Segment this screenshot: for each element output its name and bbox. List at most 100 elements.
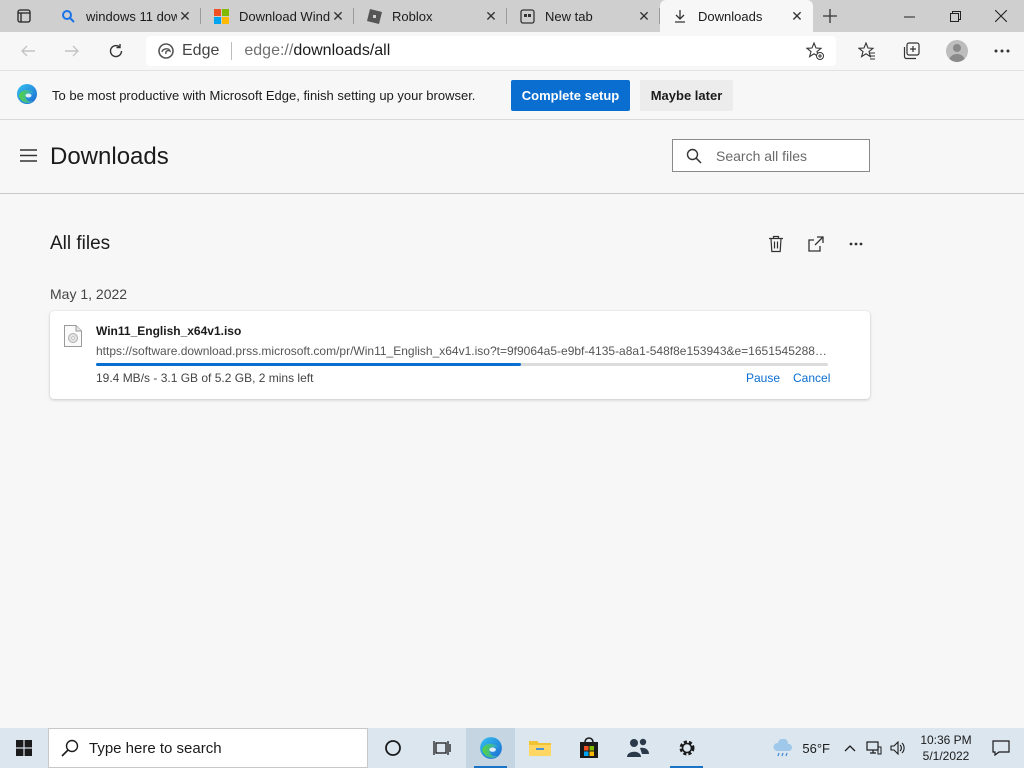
tab-title: Download Wind bbox=[239, 8, 330, 24]
close-tab-icon[interactable]: ✕ bbox=[789, 8, 805, 24]
more-horizontal-icon bbox=[849, 242, 863, 246]
settings-more-button[interactable] bbox=[979, 32, 1024, 70]
tab-title: New tab bbox=[545, 8, 593, 24]
plus-icon bbox=[823, 9, 837, 23]
search-icon bbox=[61, 739, 79, 757]
edge-page-icon bbox=[158, 43, 174, 59]
back-button[interactable] bbox=[6, 32, 50, 70]
download-source-url[interactable]: https://software.download.prss.microsoft… bbox=[96, 344, 832, 358]
address-bar[interactable]: Edge edge://downloads/all bbox=[146, 36, 836, 66]
profile-button[interactable] bbox=[934, 32, 979, 70]
windows-taskbar: Type here to search 56°F 10:36 PM 5/1/20… bbox=[0, 728, 1024, 768]
download-icon bbox=[672, 8, 688, 24]
menu-button[interactable] bbox=[20, 149, 37, 165]
taskbar-microsoft-store[interactable] bbox=[564, 728, 613, 768]
url-text: edge://downloads/all bbox=[244, 42, 390, 60]
taskbar-file-explorer[interactable] bbox=[515, 728, 564, 768]
tab-roblox[interactable]: Roblox ✕ bbox=[354, 0, 507, 32]
close-tab-icon[interactable]: ✕ bbox=[483, 8, 499, 24]
taskbar-settings[interactable] bbox=[662, 728, 711, 768]
show-hidden-icons-button[interactable] bbox=[838, 728, 862, 768]
collections-icon bbox=[903, 42, 920, 60]
task-view-button[interactable] bbox=[417, 728, 466, 768]
forward-button[interactable] bbox=[50, 32, 94, 70]
weather-rain-icon bbox=[773, 739, 793, 757]
cortana-circle-icon bbox=[384, 740, 401, 756]
open-external-icon bbox=[808, 236, 824, 252]
tab-downloads[interactable]: Downloads ✕ bbox=[660, 0, 813, 32]
edge-logo-icon bbox=[16, 83, 38, 108]
taskbar-people[interactable] bbox=[613, 728, 662, 768]
open-folder-button[interactable] bbox=[796, 232, 836, 256]
taskbar-search-box[interactable]: Type here to search bbox=[48, 728, 368, 768]
tab-actions-icon bbox=[17, 9, 31, 23]
hamburger-menu-icon bbox=[20, 149, 37, 162]
tab-title: Downloads bbox=[698, 8, 763, 24]
forward-arrow-icon bbox=[65, 45, 79, 57]
cancel-button[interactable]: Cancel bbox=[793, 371, 830, 385]
microsoft-logo-icon bbox=[213, 8, 229, 24]
add-favorite-button[interactable] bbox=[805, 41, 824, 63]
tab-download-windows[interactable]: Download Wind ✕ bbox=[201, 0, 354, 32]
start-button[interactable] bbox=[0, 728, 48, 768]
favorites-star-icon bbox=[857, 42, 875, 60]
toolbar-actions bbox=[844, 32, 1024, 70]
system-clock[interactable]: 10:36 PM 5/1/2022 bbox=[914, 732, 978, 764]
clock-time: 10:36 PM bbox=[920, 733, 972, 747]
close-icon bbox=[995, 10, 1007, 22]
close-tab-icon[interactable]: ✕ bbox=[177, 8, 193, 24]
downloads-header: Downloads bbox=[0, 120, 1024, 194]
window-controls bbox=[886, 0, 1024, 32]
search-downloads-field[interactable] bbox=[672, 139, 870, 172]
url-scheme: edge:// bbox=[244, 42, 294, 59]
more-horizontal-icon bbox=[994, 49, 1009, 53]
restore-button[interactable] bbox=[932, 0, 978, 32]
url-path: downloads/all bbox=[293, 42, 391, 59]
tab-title: windows 11 dow bbox=[86, 8, 177, 24]
search-input[interactable] bbox=[716, 147, 856, 164]
close-tab-icon[interactable]: ✕ bbox=[330, 8, 346, 24]
more-options-button[interactable] bbox=[836, 232, 876, 256]
download-status: 19.4 MB/s - 3.1 GB of 5.2 GB, 2 mins lef… bbox=[96, 371, 314, 385]
taskbar-edge[interactable] bbox=[466, 728, 515, 768]
address-separator bbox=[231, 42, 233, 60]
tab-windows-11-search[interactable]: windows 11 dow ✕ bbox=[48, 0, 201, 32]
trash-icon bbox=[769, 235, 783, 253]
edge-logo-icon bbox=[479, 737, 502, 759]
task-view-icon bbox=[432, 741, 451, 755]
collections-button[interactable] bbox=[889, 32, 934, 70]
network-icon bbox=[866, 741, 882, 755]
pause-button[interactable]: Pause bbox=[746, 371, 780, 385]
restore-icon bbox=[949, 10, 961, 22]
tab-new-tab[interactable]: New tab ✕ bbox=[507, 0, 660, 32]
download-item[interactable]: Win11_English_x64v1.iso https://software… bbox=[50, 311, 870, 399]
minimize-icon bbox=[903, 16, 915, 17]
refresh-button[interactable] bbox=[94, 32, 138, 70]
cortana-button[interactable] bbox=[368, 728, 417, 768]
close-tab-icon[interactable]: ✕ bbox=[636, 8, 652, 24]
close-window-button[interactable] bbox=[978, 0, 1024, 32]
site-label: Edge bbox=[182, 42, 220, 59]
download-progress-fill bbox=[96, 363, 521, 366]
download-progress-bar bbox=[96, 363, 828, 366]
tab-strip: windows 11 dow ✕ Download Wind ✕ Roblox … bbox=[0, 0, 1024, 32]
notification-icon bbox=[992, 740, 1010, 756]
maybe-later-button[interactable]: Maybe later bbox=[640, 80, 733, 111]
favorites-button[interactable] bbox=[844, 32, 889, 70]
download-file-name[interactable]: Win11_English_x64v1.iso bbox=[96, 324, 241, 338]
store-bag-icon bbox=[579, 737, 598, 758]
minimize-button[interactable] bbox=[886, 0, 932, 32]
gear-icon bbox=[679, 740, 694, 756]
network-button[interactable] bbox=[862, 728, 886, 768]
complete-setup-button[interactable]: Complete setup bbox=[511, 80, 630, 111]
search-icon bbox=[686, 148, 702, 164]
setup-infobar: To be most productive with Microsoft Edg… bbox=[0, 70, 1024, 120]
back-arrow-icon bbox=[21, 45, 35, 57]
delete-all-button[interactable] bbox=[756, 232, 796, 256]
volume-button[interactable] bbox=[886, 728, 910, 768]
tab-actions-button[interactable] bbox=[0, 0, 48, 32]
weather-widget[interactable]: 56°F bbox=[772, 739, 830, 757]
new-tab-button[interactable] bbox=[813, 0, 847, 32]
notifications-button[interactable] bbox=[978, 728, 1024, 768]
avatar bbox=[945, 40, 968, 62]
